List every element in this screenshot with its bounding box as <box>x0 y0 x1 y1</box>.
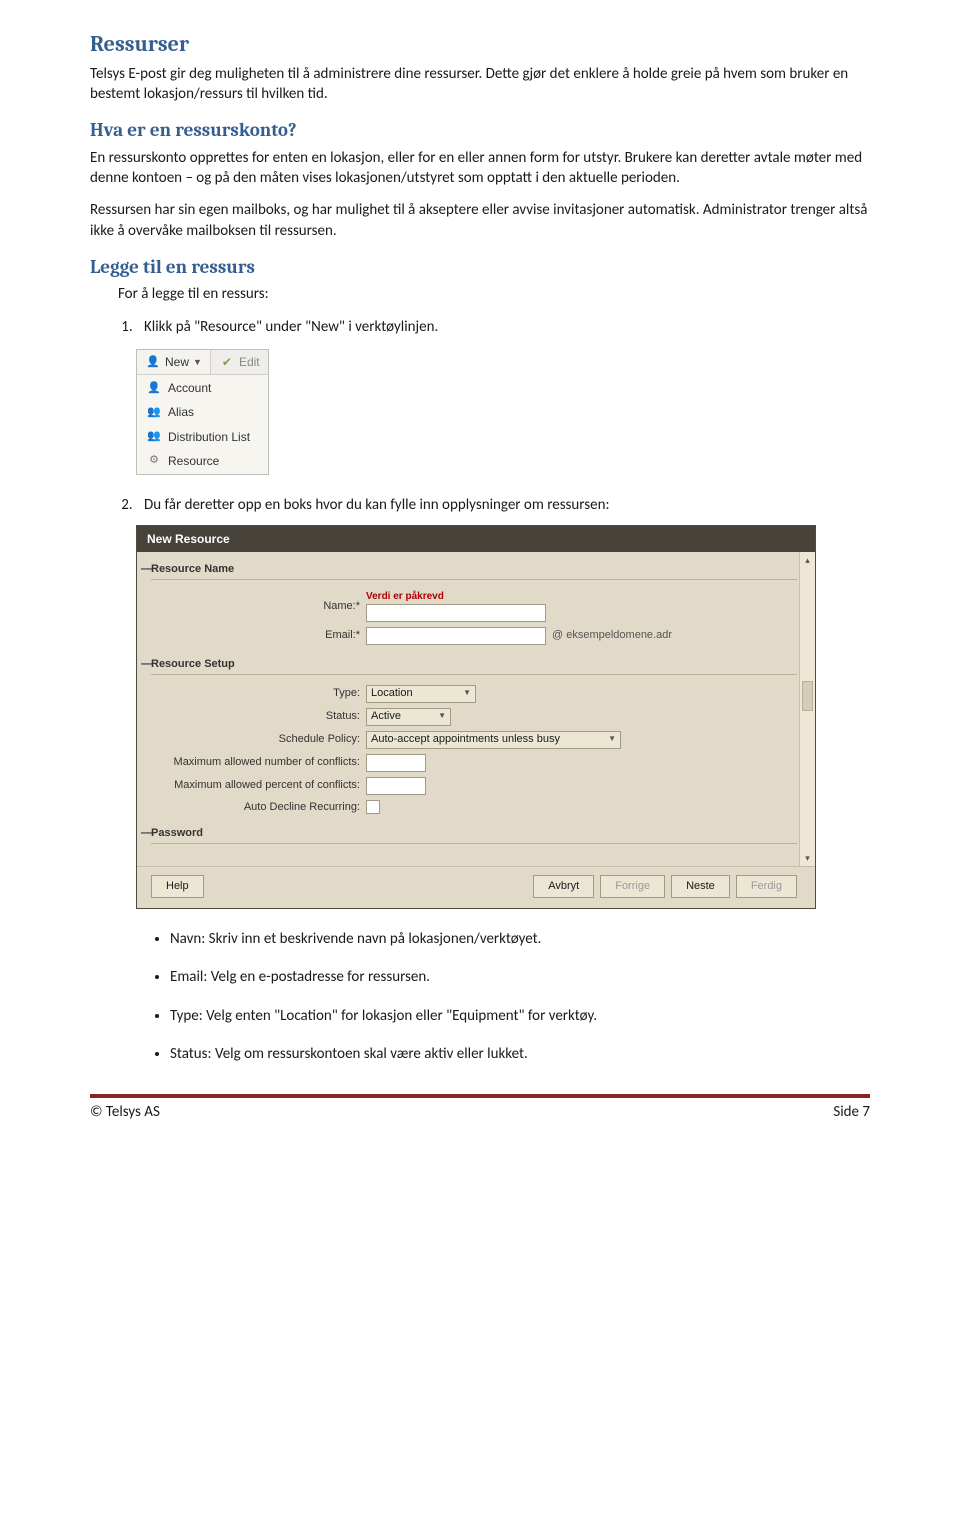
previous-button[interactable]: Forrige <box>600 875 665 898</box>
status-select[interactable]: Active ▼ <box>366 708 451 726</box>
bullet-navn: Navn: Skriv inn et beskrivende navn på l… <box>170 929 870 949</box>
footer-right: Side 7 <box>833 1102 870 1122</box>
heading-ressurser: Ressurser <box>90 30 870 60</box>
finish-button[interactable]: Ferdig <box>736 875 797 898</box>
distribution-icon: 👥 <box>146 429 162 445</box>
step-1: Klikk på "Resource" under "New" i verktø… <box>136 317 870 337</box>
type-select[interactable]: Location ▼ <box>366 685 476 703</box>
menu-item-label: Account <box>168 380 211 396</box>
heading-legge-til: Legge til en ressurs <box>90 255 870 281</box>
check-edit-icon: ✔ <box>219 354 235 370</box>
paragraph-legge-til: For å legge til en ressurs: <box>90 284 870 304</box>
new-button-label: New <box>165 354 189 370</box>
email-field[interactable] <box>366 627 546 645</box>
label-email: Email:* <box>151 628 366 643</box>
status-select-value: Active <box>371 709 401 724</box>
scroll-thumb[interactable] <box>802 681 813 711</box>
dialog-scrollbar[interactable]: ▴ ▾ <box>799 552 815 866</box>
menu-item-label: Distribution List <box>168 429 250 445</box>
person-icon: 👤 <box>145 354 161 370</box>
menu-item-label: Resource <box>168 453 219 469</box>
new-dropdown-screenshot: 👤 New ▼ ✔ Edit 👤 Account 👥 Alias 👥 Distr… <box>136 349 269 475</box>
footer-left: © Telsys AS <box>90 1102 160 1122</box>
menu-item-resource[interactable]: ⚙ Resource <box>138 449 267 473</box>
help-button[interactable]: Help <box>151 875 204 898</box>
policy-select[interactable]: Auto-accept appointments unless busy ▼ <box>366 731 621 749</box>
bullet-status: Status: Velg om ressurskontoen skal være… <box>170 1044 870 1064</box>
bullet-email: Email: Velg en e-postadresse for ressurs… <box>170 967 870 987</box>
heading-hva-er: Hva er en ressurskonto? <box>90 118 870 144</box>
name-field[interactable] <box>366 604 546 622</box>
policy-select-value: Auto-accept appointments unless busy <box>371 732 560 747</box>
auto-decline-checkbox[interactable] <box>366 800 380 814</box>
cancel-button[interactable]: Avbryt <box>533 875 594 898</box>
group-password: —Password <box>151 826 797 844</box>
max-percent-field[interactable] <box>366 777 426 795</box>
group-resource-setup: —Resource Setup <box>151 657 797 675</box>
caret-down-icon: ▼ <box>438 711 446 722</box>
label-name: Name:* <box>151 599 366 614</box>
group-resource-name: —Resource Name <box>151 562 797 580</box>
required-msg: Verdi er påkrevd <box>366 590 546 604</box>
type-select-value: Location <box>371 686 413 701</box>
label-max-percent-conflicts: Maximum allowed percent of conflicts: <box>151 778 366 793</box>
paragraph-hva-er-2: Ressursen har sin egen mailboks, og har … <box>90 200 870 241</box>
edit-button-label: Edit <box>239 354 260 370</box>
label-max-conflicts: Maximum allowed number of conflicts: <box>151 755 366 770</box>
scroll-up-icon: ▴ <box>800 554 815 566</box>
paragraph-hva-er-1: En ressurskonto opprettes for enten en l… <box>90 148 870 189</box>
label-schedule-policy: Schedule Policy: <box>151 732 366 747</box>
step-2: Du får deretter opp en boks hvor du kan … <box>136 495 870 515</box>
label-type: Type: <box>151 686 366 701</box>
gear-icon: ⚙ <box>146 453 162 469</box>
label-auto-decline: Auto Decline Recurring: <box>151 800 366 815</box>
alias-icon: 👥 <box>146 404 162 420</box>
new-resource-dialog: New Resource ▴ ▾ —Resource Name Name:* V… <box>136 525 816 909</box>
menu-item-distribution-list[interactable]: 👥 Distribution List <box>138 425 267 449</box>
menu-item-account[interactable]: 👤 Account <box>138 376 267 400</box>
new-button[interactable]: 👤 New ▼ <box>137 350 211 374</box>
paragraph-intro: Telsys E-post gir deg muligheten til å a… <box>90 64 870 105</box>
caret-down-icon: ▼ <box>463 688 471 699</box>
edit-button[interactable]: ✔ Edit <box>211 350 268 374</box>
caret-down-icon: ▼ <box>608 734 616 745</box>
menu-item-label: Alias <box>168 404 194 420</box>
label-status: Status: <box>151 709 366 724</box>
email-domain: @ eksempeldomene.adr <box>552 628 672 643</box>
caret-down-icon: ▼ <box>193 356 202 368</box>
account-icon: 👤 <box>146 380 162 396</box>
bullet-type: Type: Velg enten "Location" for lokasjon… <box>170 1006 870 1026</box>
scroll-down-icon: ▾ <box>800 852 815 864</box>
max-conflicts-field[interactable] <box>366 754 426 772</box>
dialog-title: New Resource <box>137 526 815 552</box>
menu-item-alias[interactable]: 👥 Alias <box>138 400 267 424</box>
next-button[interactable]: Neste <box>671 875 730 898</box>
